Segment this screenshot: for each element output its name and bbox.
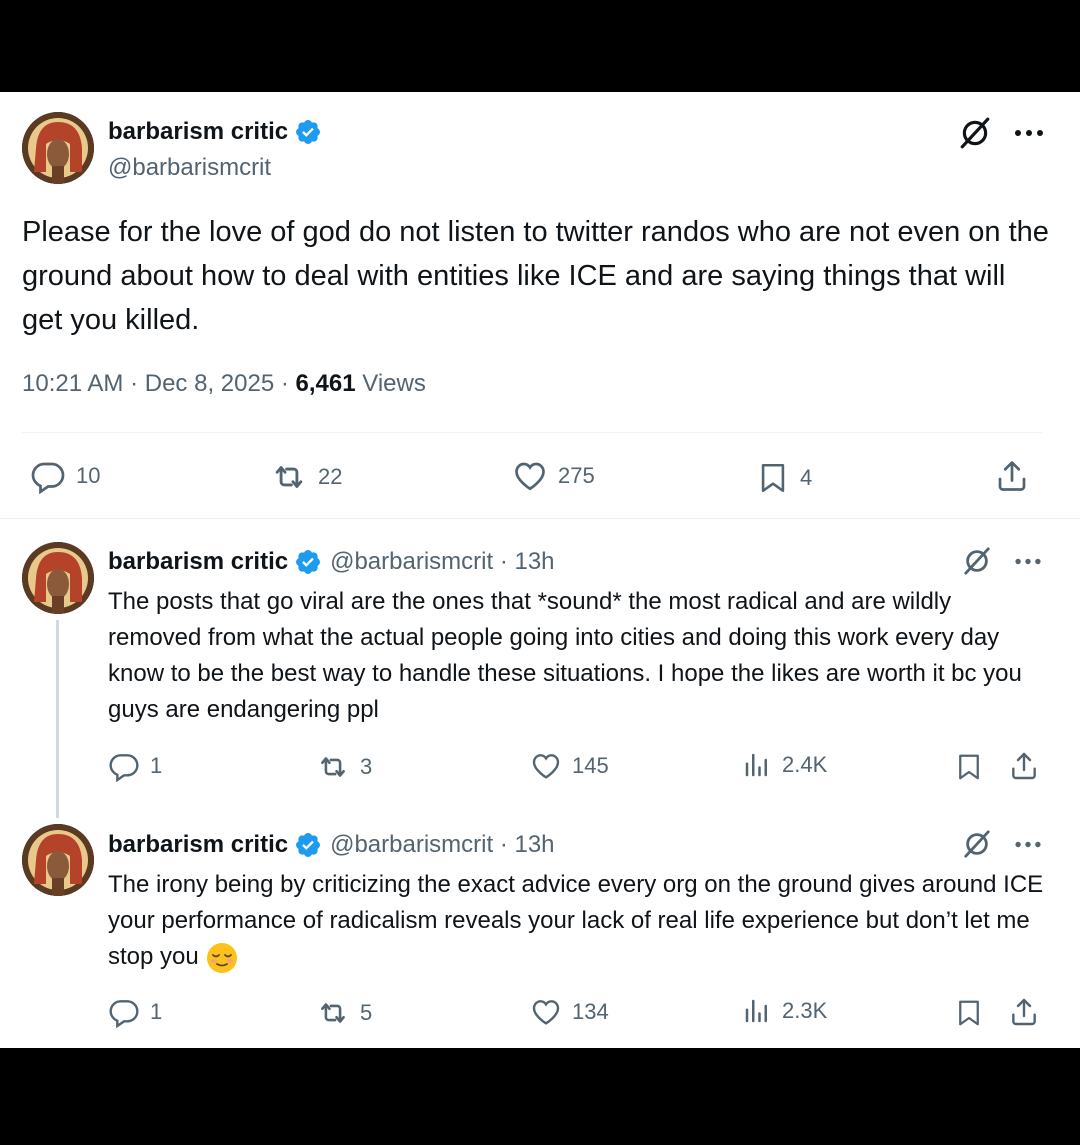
views-count: 2.4K [782,752,828,777]
views-count: 2.3K [782,998,828,1023]
repost-count: 22 [318,464,343,489]
bookmark-icon [959,754,979,780]
handle-time[interactable]: @barbarismcrit · 13h [330,831,554,859]
grok-icon[interactable] [958,116,992,150]
verified-badge-icon [294,831,322,859]
repost-count: 3 [360,754,373,779]
share-button[interactable] [1008,750,1040,782]
reply-header: barbarism critic @barbarismcrit · 13h [108,831,555,859]
more-icon[interactable] [1014,840,1042,849]
reply-text: The posts that go viral are the ones tha… [108,588,1022,723]
grok-icon[interactable] [962,546,992,576]
like-count: 145 [572,753,609,778]
bookmark-icon [959,1000,979,1026]
share-icon [998,461,1026,491]
repost-icon [275,466,303,488]
like-button[interactable]: 145 [530,750,609,782]
views-icon [745,999,767,1023]
reply-actions-bar: 1 5 134 2.3K [0,996,1080,1036]
reply-button[interactable]: 1 [108,996,162,1028]
more-icon[interactable] [1014,128,1044,138]
like-count: 134 [572,999,609,1024]
divider [0,518,1080,519]
tweet-meta: 10:21 AM · Dec 8, 2025 · 6,461 Views [22,370,426,398]
like-button[interactable]: 275 [512,458,595,494]
reply-icon [109,754,139,782]
reply-header: barbarism critic @barbarismcrit · 13h [108,548,555,576]
bookmark-button[interactable]: 4 [756,458,812,498]
repost-icon [321,1003,345,1023]
bookmark-count: 4 [800,465,813,490]
avatar-image [22,112,94,184]
avatar[interactable] [22,542,94,614]
reply-text-content: The irony being by criticizing the exact… [108,871,1044,970]
reply-icon [109,1000,139,1028]
repost-count: 5 [360,1000,373,1025]
reply-button[interactable]: 1 [108,750,162,782]
reply-count: 10 [76,463,101,488]
bookmark-button[interactable] [954,750,984,784]
reply-icon [31,462,65,494]
reply-actions-bar: 1 3 145 2.4K [0,750,1080,790]
tweet-thread-card: barbarism critic @barbarismcrit Please f… [0,92,1080,1048]
like-icon [532,754,560,779]
more-icon[interactable] [1014,557,1042,566]
views-count: 6,461 [295,370,356,397]
like-icon [515,462,545,491]
meta-separator: · [130,370,139,397]
tweet-text: Please for the love of god do not listen… [22,216,1049,336]
share-button[interactable] [994,458,1030,494]
relieved-face-emoji [205,941,239,975]
repost-button[interactable]: 22 [270,458,342,496]
verified-badge-icon [294,548,322,576]
display-name[interactable]: barbarism critic [108,548,288,576]
grok-icon[interactable] [962,829,992,859]
views-button[interactable]: 2.3K [742,996,827,1026]
bookmark-button[interactable] [954,996,984,1030]
avatar-image [22,824,94,896]
like-icon [532,1000,560,1025]
like-button[interactable]: 134 [530,996,609,1028]
avatar[interactable] [22,824,94,896]
display-name[interactable]: barbarism critic [108,118,322,146]
repost-button[interactable]: 3 [316,750,372,784]
share-button[interactable] [1008,996,1040,1028]
reply-count: 1 [150,999,163,1024]
share-icon [1012,998,1036,1026]
avatar[interactable] [22,112,94,184]
reply-count: 1 [150,753,163,778]
meta-separator: · [280,370,289,397]
display-name[interactable]: barbarism critic [108,831,288,859]
tweet-time[interactable]: 10:21 AM [22,370,123,397]
handle[interactable]: @barbarismcrit [108,154,271,182]
display-name-text: barbarism critic [108,118,289,145]
share-icon [1012,752,1036,780]
bookmark-icon [761,463,785,493]
views-label: Views [362,370,426,397]
tweet-date[interactable]: Dec 8, 2025 [145,370,274,397]
avatar-image [22,542,94,614]
repost-button[interactable]: 5 [316,996,372,1030]
handle-time[interactable]: @barbarismcrit · 13h [330,548,554,576]
views-button[interactable]: 2.4K [742,750,827,780]
views-icon [745,753,767,777]
repost-icon [321,757,345,777]
divider [22,432,1042,433]
reply-button[interactable]: 10 [30,458,100,494]
verified-badge-icon [294,118,322,146]
reply-text: The irony being by criticizing the exact… [108,867,1048,975]
main-actions-bar: 10 22 275 4 [0,458,1080,498]
like-count: 275 [558,463,595,488]
